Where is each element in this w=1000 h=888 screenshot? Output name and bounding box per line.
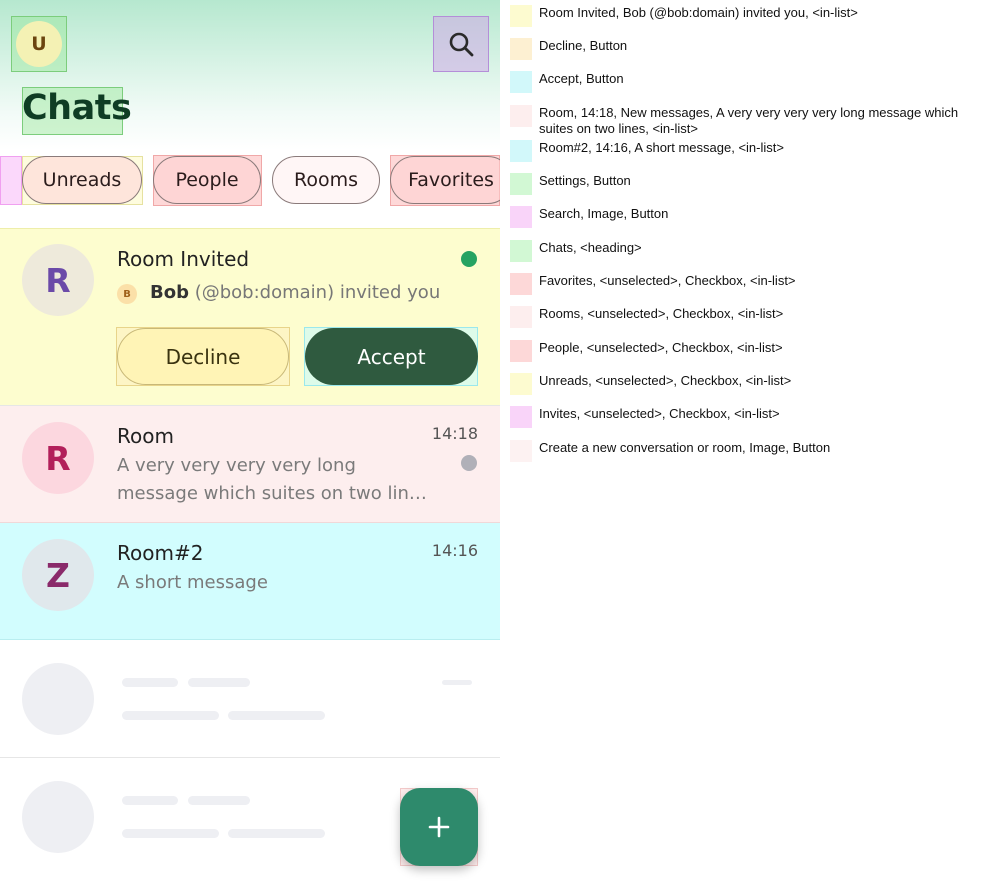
create-conversation-button[interactable] xyxy=(400,788,478,866)
room-time: 14:18 xyxy=(431,424,478,443)
legend-swatch xyxy=(510,206,532,228)
legend-swatch xyxy=(510,273,532,295)
filter-chip-people[interactable]: People xyxy=(153,156,261,204)
room-message: A short message xyxy=(117,572,268,593)
chat-list-screen: U Chats Unreads People Rooms Favorites R… xyxy=(0,0,500,888)
plus-icon xyxy=(428,816,450,838)
skeleton-line xyxy=(122,829,219,838)
legend-text: Search, Image, Button xyxy=(539,206,669,221)
legend-swatch xyxy=(510,306,532,328)
filter-chip-label: Rooms xyxy=(293,169,358,191)
room-row[interactable]: R Room 14:18 A very very very very long … xyxy=(0,406,500,523)
legend-text: Accept, Button xyxy=(539,71,624,86)
skeleton-avatar xyxy=(22,781,94,853)
legend-text: Chats, <heading> xyxy=(539,240,642,255)
skeleton-line xyxy=(188,796,250,805)
legend-swatch xyxy=(510,373,532,395)
skeleton-row xyxy=(0,640,500,758)
room-message-line-1: A very very very very long xyxy=(117,455,356,476)
legend-swatch xyxy=(510,173,532,195)
legend-swatch xyxy=(510,71,532,93)
legend-text: Decline, Button xyxy=(539,38,628,53)
skeleton-line xyxy=(188,678,250,687)
legend-text: Rooms, <unselected>, Checkbox, <in-list> xyxy=(539,306,784,321)
room-name: Room#2 xyxy=(117,541,204,565)
legend-item: Invites, <unselected>, Checkbox, <in-lis… xyxy=(510,406,989,428)
legend-swatch xyxy=(510,38,532,60)
filter-chip-label: Favorites xyxy=(408,169,494,191)
accept-button[interactable]: Accept xyxy=(305,328,478,385)
legend-item: Create a new conversation or room, Image… xyxy=(510,440,989,462)
invite-text: (@bob:domain) invited you xyxy=(188,282,441,303)
skeleton-line xyxy=(122,796,178,805)
legend-swatch xyxy=(510,105,532,127)
invites-filter-chip[interactable] xyxy=(0,156,22,205)
legend-swatch xyxy=(510,140,532,162)
legend-text: Settings, Button xyxy=(539,173,631,188)
legend-item: Room Invited, Bob (@bob:domain) invited … xyxy=(510,5,989,27)
filter-chip-label: People xyxy=(175,169,239,191)
skeleton-avatar xyxy=(22,663,94,735)
room-time: 14:16 xyxy=(431,541,478,560)
user-avatar: U xyxy=(16,21,62,67)
skeleton-line xyxy=(122,678,178,687)
legend-text: Room#2, 14:16, A short message, <in-list… xyxy=(539,140,784,155)
legend-text: People, <unselected>, Checkbox, <in-list… xyxy=(539,340,783,355)
legend-text: Unreads, <unselected>, Checkbox, <in-lis… xyxy=(539,373,792,388)
legend-text: Room Invited, Bob (@bob:domain) invited … xyxy=(539,5,858,20)
invite-message: Bob (@bob:domain) invited you xyxy=(150,282,440,303)
room-name: Room Invited xyxy=(117,247,250,271)
legend-item: Room, 14:18, New messages, A very very v… xyxy=(510,105,989,137)
inviter-avatar: B xyxy=(117,284,137,304)
search-icon xyxy=(449,32,474,57)
legend-swatch xyxy=(510,5,532,27)
legend-swatch xyxy=(510,406,532,428)
legend-text: Create a new conversation or room, Image… xyxy=(539,440,831,455)
legend-item: Favorites, <unselected>, Checkbox, <in-l… xyxy=(510,273,989,295)
filter-chip-favorites[interactable]: Favorites xyxy=(390,156,500,204)
room-name: Room xyxy=(117,424,174,448)
unread-dot xyxy=(461,251,477,267)
legend-text: Favorites, <unselected>, Checkbox, <in-l… xyxy=(539,273,796,288)
inviter-name: Bob xyxy=(150,282,189,303)
room-row-2[interactable]: Z Room#2 14:16 A short message xyxy=(0,523,500,640)
skeleton-line xyxy=(228,829,325,838)
legend-item: People, <unselected>, Checkbox, <in-list… xyxy=(510,340,989,362)
legend-text: Invites, <unselected>, Checkbox, <in-lis… xyxy=(539,406,780,421)
room-avatar: R xyxy=(22,244,94,316)
legend-swatch xyxy=(510,240,532,262)
page-title: Chats xyxy=(22,88,132,128)
legend-item: Accept, Button xyxy=(510,71,989,93)
legend-text: Room, 14:18, New messages, A very very v… xyxy=(539,105,959,136)
skeleton-line xyxy=(122,711,219,720)
legend-item: Chats, <heading> xyxy=(510,240,989,262)
filter-chip-label: Unreads xyxy=(42,169,122,191)
search-button[interactable] xyxy=(433,16,489,72)
room-avatar: Z xyxy=(22,539,94,611)
legend-item: Search, Image, Button xyxy=(510,206,989,228)
filter-chip-rooms[interactable]: Rooms xyxy=(272,156,380,204)
decline-button[interactable]: Decline xyxy=(117,328,289,385)
skeleton-line xyxy=(442,680,472,685)
legend-item: Rooms, <unselected>, Checkbox, <in-list> xyxy=(510,306,989,328)
legend-item: Settings, Button xyxy=(510,173,989,195)
legend-item: Unreads, <unselected>, Checkbox, <in-lis… xyxy=(510,373,989,395)
legend-item: Decline, Button xyxy=(510,38,989,60)
room-avatar: R xyxy=(22,422,94,494)
legend-item: Room#2, 14:16, A short message, <in-list… xyxy=(510,140,989,162)
skeleton-line xyxy=(228,711,325,720)
legend-swatch xyxy=(510,440,532,462)
filter-chip-unreads[interactable]: Unreads xyxy=(22,156,142,204)
room-message-line-2: message which suites on two lin… xyxy=(117,483,427,504)
legend-swatch xyxy=(510,340,532,362)
new-messages-indicator xyxy=(461,455,477,471)
